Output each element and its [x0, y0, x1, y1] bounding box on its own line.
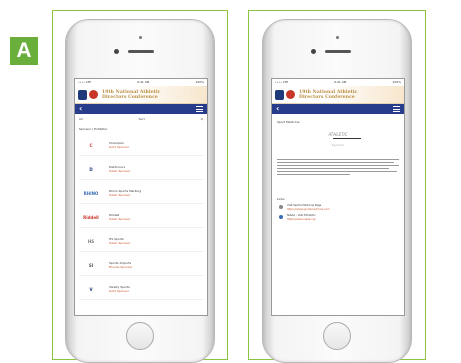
description-text [277, 159, 399, 175]
filter-all[interactable]: All [79, 117, 83, 121]
banner-title-line2: Directors Conference [102, 94, 158, 100]
status-bar: •••• LTE 9:41 AM 100% [272, 79, 404, 86]
earpiece-speaker [325, 50, 351, 53]
sponsor-logo-icon: SI [88, 262, 94, 268]
link-url[interactable]: https://www.sportsmedicine.com [287, 208, 330, 212]
seal-logo-icon [286, 90, 295, 99]
sponsor-list-item[interactable]: C Champion Gold Sponsor [79, 135, 203, 156]
link-url[interactable]: https://www.niaaa.org [287, 218, 316, 222]
sponsor-list-item[interactable]: V Varsity Sports Gold Sponsor [79, 279, 203, 300]
link-row[interactable]: Visit Sports Medicine Page https://www.sp… [277, 204, 399, 211]
sensor-dot [139, 36, 142, 39]
links-heading: Links [277, 197, 285, 201]
banner-title-line1: 19th National Athletic [299, 89, 358, 95]
link-list: Visit Sports Medicine Page https://www.sp… [277, 204, 399, 221]
phone-mockup-b: •••• LTE 9:41 AM 100% 19th National Athl… [262, 19, 412, 363]
sponsor-level: Silver Sponsor [109, 241, 131, 245]
carrier-text: •••• LTE [275, 80, 289, 84]
detail-heading: Sport Medicine [277, 120, 300, 124]
banner-title-line1: 19th National Athletic [102, 89, 161, 95]
battery-text: 100% [392, 80, 401, 84]
shield-logo-icon [275, 89, 284, 100]
front-camera [114, 49, 119, 54]
status-bar: •••• LTE 9:41 AM 100% [75, 79, 207, 86]
sponsor-logo-subtext: Sponsor [331, 143, 345, 147]
front-camera [311, 49, 316, 54]
sponsor-level: Silver Sponsor [109, 193, 131, 197]
shield-logo-icon [78, 89, 87, 100]
sponsor-list-item[interactable]: RHINO Rhino Sports Marking Silver Sponsor [79, 183, 203, 204]
sponsor-level: Gold Sponsor [109, 289, 130, 293]
battery-text: 100% [195, 80, 204, 84]
home-button[interactable] [323, 322, 351, 350]
sponsor-logo-large: ATHLETIC [315, 132, 361, 142]
sponsor-level: Gold Sponsor [109, 145, 130, 149]
banner-title-line2: Directors Conference [299, 94, 355, 100]
earpiece-speaker [128, 50, 154, 53]
nav-bar: ‹ [75, 104, 207, 114]
conference-banner: 19th National Athletic Directors Confere… [272, 86, 404, 104]
phone-screen-b: •••• LTE 9:41 AM 100% 19th National Athl… [271, 78, 405, 316]
sponsor-text: Champion Gold Sponsor [109, 141, 129, 149]
panel-frame-b: •••• LTE 9:41 AM 100% 19th National Athl… [248, 10, 426, 363]
hamburger-menu-icon[interactable] [393, 106, 400, 112]
sponsor-logo-icon: V [89, 286, 93, 292]
sponsor-text: Sports Imports Bronze Sponsor [109, 261, 133, 269]
clock-text: 9:41 AM [334, 80, 347, 84]
logo-rule [333, 138, 361, 139]
sponsor-text: Rhino Sports Marking Silver Sponsor [109, 189, 141, 197]
link-text: Visit Sports Medicine Page https://www.sp… [287, 204, 330, 211]
sponsor-list-item[interactable]: HS HS Sports Silver Sponsor [79, 231, 203, 252]
nav-bar: ‹ [272, 104, 404, 114]
home-button[interactable] [126, 322, 154, 350]
sponsor-list: C Champion Gold Sponsor D Daktronics Silver S… [75, 135, 207, 300]
sponsor-list-item[interactable]: D Daktronics Silver Sponsor [79, 159, 203, 180]
panel-label-a: A [10, 37, 38, 65]
sponsor-level: Silver Sponsor [109, 217, 131, 221]
clock-text: 9:41 AM [137, 80, 150, 84]
link-row[interactable]: NIAAA - Visit Exhibitor https://www.niaaa… [277, 214, 399, 221]
sensor-dot [336, 36, 339, 39]
link-bullet-icon [279, 215, 283, 219]
sponsor-list-item[interactable]: Riddell Riddell Silver Sponsor [79, 207, 203, 228]
sponsor-text: Daktronics Silver Sponsor [109, 165, 131, 173]
filter-row: All Sort Q [75, 114, 207, 121]
sponsor-level: Silver Sponsor [109, 169, 131, 173]
sponsor-logo-icon: RHINO [83, 190, 99, 196]
link-bullet-icon [279, 205, 283, 209]
back-chevron-icon[interactable]: ‹ [79, 104, 82, 114]
sponsor-level: Bronze Sponsor [109, 265, 133, 269]
link-text: NIAAA - Visit Exhibitor https://www.niaaa… [287, 214, 316, 221]
sponsor-logo-text: ATHLETIC [328, 132, 348, 137]
back-chevron-icon[interactable]: ‹ [276, 104, 279, 114]
section-title: Sponsor / Exhibitor [79, 127, 108, 131]
sponsor-detail: Sport Medicine ATHLETIC Sponsor Links Vi… [272, 114, 404, 225]
phone-mockup-a: •••• LTE 9:41 AM 100% 19th National Athl… [65, 19, 215, 363]
carrier-text: •••• LTE [78, 80, 92, 84]
sponsor-logo-icon: D [89, 166, 93, 172]
sponsor-logo-icon: C [89, 142, 93, 148]
sponsor-logo-icon: Riddell [83, 214, 99, 220]
seal-logo-icon [89, 90, 98, 99]
phone-screen-a: •••• LTE 9:41 AM 100% 19th National Athl… [74, 78, 208, 316]
sponsor-logo-icon: HS [87, 238, 95, 244]
banner-title: 19th National Athletic Directors Confere… [299, 90, 358, 100]
hamburger-menu-icon[interactable] [196, 106, 203, 112]
sponsor-text: HS Sports Silver Sponsor [109, 237, 131, 245]
sponsor-list-item[interactable]: SI Sports Imports Bronze Sponsor [79, 255, 203, 276]
sponsor-text: Varsity Sports Gold Sponsor [109, 285, 130, 293]
filter-sort[interactable]: Sort [139, 117, 145, 121]
conference-banner: 19th National Athletic Directors Confere… [75, 86, 207, 104]
search-icon[interactable]: Q [201, 117, 203, 121]
sponsor-text: Riddell Silver Sponsor [109, 213, 131, 221]
panel-frame-a: •••• LTE 9:41 AM 100% 19th National Athl… [52, 10, 228, 363]
banner-title: 19th National Athletic Directors Confere… [102, 90, 161, 100]
